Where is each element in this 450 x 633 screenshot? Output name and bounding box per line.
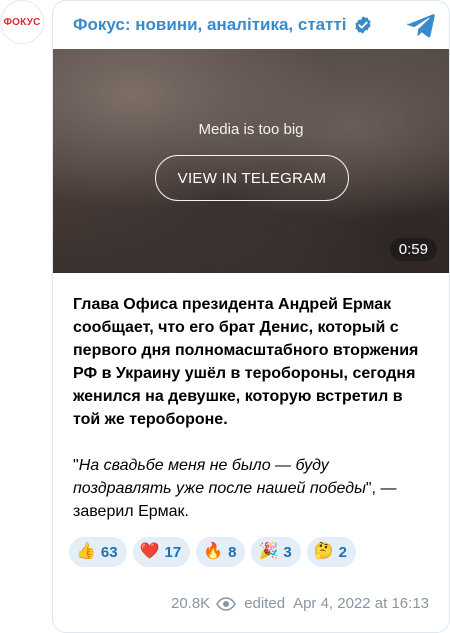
channel-title[interactable]: Фокус: новини, аналітика, статті xyxy=(73,15,347,35)
reactions-bar: 👍 63 ❤️ 17 🔥 8 🎉 3 🤔 2 xyxy=(53,523,449,567)
video-preview[interactable]: Media is too big VIEW IN TELEGRAM 0:59 xyxy=(53,49,449,273)
reaction-heart[interactable]: ❤️ 17 xyxy=(132,537,191,567)
eye-icon xyxy=(216,596,237,611)
reaction-party[interactable]: 🎉 3 xyxy=(251,537,301,567)
avatar-logo-text: ФОКУС xyxy=(3,16,41,28)
view-count: 20.8K xyxy=(170,595,211,612)
message-text: Глава Офиса президента Андрей Ермак сооб… xyxy=(53,273,449,523)
reaction-thinking[interactable]: 🤔 2 xyxy=(306,537,357,567)
reaction-count: 63 xyxy=(100,543,118,561)
channel-avatar[interactable]: ФОКУС xyxy=(0,0,44,44)
video-duration: 0:59 xyxy=(389,238,437,261)
quote-italic: На свадьбе меня не было — буду поздравля… xyxy=(73,457,366,497)
edited-label: edited xyxy=(244,595,286,612)
heart-icon: ❤️ xyxy=(139,543,160,560)
reaction-count: 2 xyxy=(338,543,348,561)
view-in-telegram-button[interactable]: VIEW IN TELEGRAM xyxy=(155,155,349,201)
telegram-icon[interactable] xyxy=(405,11,437,39)
reaction-fire[interactable]: 🔥 8 xyxy=(196,537,246,567)
thumbs-up-icon: 👍 xyxy=(76,543,96,560)
message-meta: 20.8K edited Apr 4, 2022 at 16:13 xyxy=(171,595,429,612)
fire-icon: 🔥 xyxy=(203,543,224,560)
reaction-count: 8 xyxy=(228,543,237,561)
message-card: Фокус: новини, аналітика, статті Media i… xyxy=(52,0,450,633)
post-date[interactable]: Apr 4, 2022 at 16:13 xyxy=(293,595,429,612)
party-popper-icon: 🎉 xyxy=(258,543,279,560)
message-main-text: Глава Офиса президента Андрей Ермак сооб… xyxy=(73,296,419,428)
media-too-big-text: Media is too big xyxy=(198,121,304,138)
thinking-face-icon: 🤔 xyxy=(313,543,334,560)
verified-badge-icon xyxy=(354,16,371,34)
message-header: Фокус: новини, аналітика, статті xyxy=(53,1,449,49)
reaction-count: 3 xyxy=(283,543,292,561)
reaction-count: 17 xyxy=(164,543,182,561)
reaction-thumbs-up[interactable]: 👍 63 xyxy=(69,537,127,567)
message-quote: "На свадьбе меня не было — буду поздравл… xyxy=(73,454,431,523)
